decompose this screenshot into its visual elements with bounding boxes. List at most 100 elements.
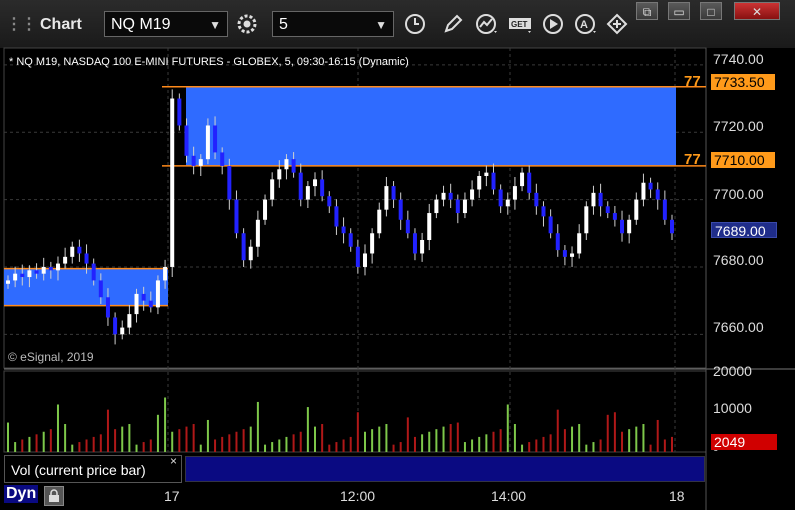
candle-body — [127, 314, 132, 328]
candle-body — [284, 159, 289, 170]
candle-body — [370, 233, 375, 254]
candle-body — [562, 250, 567, 257]
candle-body — [455, 199, 460, 214]
candle-body — [170, 98, 175, 267]
candle-body — [34, 270, 39, 274]
candle-body — [548, 216, 553, 234]
candle-body — [555, 233, 560, 251]
candle-body — [341, 226, 346, 234]
candle-body — [313, 179, 318, 187]
time-tick: 18 — [669, 488, 685, 504]
candle-body — [184, 125, 189, 156]
candle-body — [605, 206, 610, 214]
candle-body — [148, 300, 153, 308]
volume-last-badge: 2049 — [711, 434, 777, 450]
candle-body — [362, 253, 367, 267]
candle-body — [420, 240, 425, 254]
candle-body — [662, 199, 667, 220]
time-tick: 14:00 — [491, 488, 527, 504]
candle-body — [527, 172, 532, 193]
chart-canvas[interactable] — [0, 0, 795, 510]
candle-body — [63, 256, 68, 264]
resistance-zone — [186, 86, 676, 166]
candle-body — [612, 213, 617, 220]
candle-body — [648, 182, 653, 190]
candle-body — [227, 165, 232, 200]
last-price-badge: 7689.00 — [711, 222, 777, 239]
candle-body — [84, 253, 89, 264]
candle-body — [377, 209, 382, 234]
candle-body — [255, 219, 260, 247]
candle-body — [412, 233, 417, 254]
candle-body — [205, 125, 210, 160]
volume-tick: 20000 — [713, 363, 752, 379]
price-tick: 7740.00 — [713, 51, 764, 67]
price-tick: 7700.00 — [713, 186, 764, 202]
candle-body — [470, 189, 475, 200]
time-tick: 17 — [164, 488, 180, 504]
candle-body — [41, 266, 46, 274]
candle-body — [291, 159, 296, 173]
candle-body — [405, 219, 410, 234]
price-badge-top: 7733.50 — [711, 74, 775, 90]
candle-body — [298, 172, 303, 200]
candle-body — [398, 199, 403, 220]
candle-body — [248, 246, 253, 261]
candle-body — [591, 192, 596, 207]
candle-body — [270, 179, 275, 200]
price-tick: 7660.00 — [713, 319, 764, 335]
candle-body — [91, 263, 96, 281]
candle-body — [534, 192, 539, 207]
candle-body — [198, 159, 203, 166]
candle-body — [641, 182, 646, 200]
candle-body — [541, 206, 546, 217]
candle-body — [427, 213, 432, 240]
candle-body — [577, 233, 582, 254]
candle-body — [655, 189, 660, 200]
candle-body — [598, 192, 603, 207]
candle-body — [27, 270, 32, 278]
candle-body — [134, 293, 139, 315]
candle-body — [241, 233, 246, 261]
candle-body — [384, 186, 389, 210]
candle-body — [113, 317, 118, 335]
candle-body — [6, 280, 10, 284]
candle-body — [505, 199, 510, 207]
candle-body — [670, 219, 674, 234]
candle-body — [177, 98, 182, 126]
candle-body — [634, 199, 639, 220]
candle-body — [141, 293, 146, 301]
candle-body — [498, 189, 503, 207]
candle-body — [434, 199, 439, 214]
zone-label-mid: 77 — [684, 151, 701, 168]
candle-body — [327, 196, 332, 207]
candle-body — [20, 273, 25, 278]
legend-bar — [185, 456, 705, 482]
lock-icon[interactable] — [44, 486, 64, 506]
candle-body — [220, 152, 225, 166]
candle-body — [462, 199, 467, 214]
candle-body — [391, 186, 396, 200]
candle-body — [348, 233, 353, 247]
candle-body — [48, 266, 53, 271]
candle-body — [305, 186, 310, 200]
dynamic-mode-label[interactable]: Dyn — [4, 485, 39, 503]
price-badge-mid: 7710.00 — [711, 152, 775, 168]
candle-body — [234, 199, 239, 234]
close-icon[interactable]: × — [170, 454, 177, 468]
candle-body — [70, 246, 75, 257]
candle-body — [13, 273, 18, 281]
volume-legend[interactable]: Vol (current price bar) — [4, 455, 182, 483]
candle-body — [120, 327, 125, 335]
candle-body — [448, 192, 453, 200]
ticker-line: * NQ M19, NASDAQ 100 E-MINI FUTURES - GL… — [9, 56, 409, 68]
candle-body — [520, 172, 525, 187]
price-tick: 7680.00 — [713, 252, 764, 268]
candle-body — [163, 266, 168, 281]
candle-body — [77, 246, 82, 254]
candle-body — [263, 199, 268, 220]
volume-tick: 10000 — [713, 400, 752, 416]
candle-body — [477, 176, 482, 190]
candle-body — [320, 179, 325, 197]
candle-body — [584, 206, 589, 234]
